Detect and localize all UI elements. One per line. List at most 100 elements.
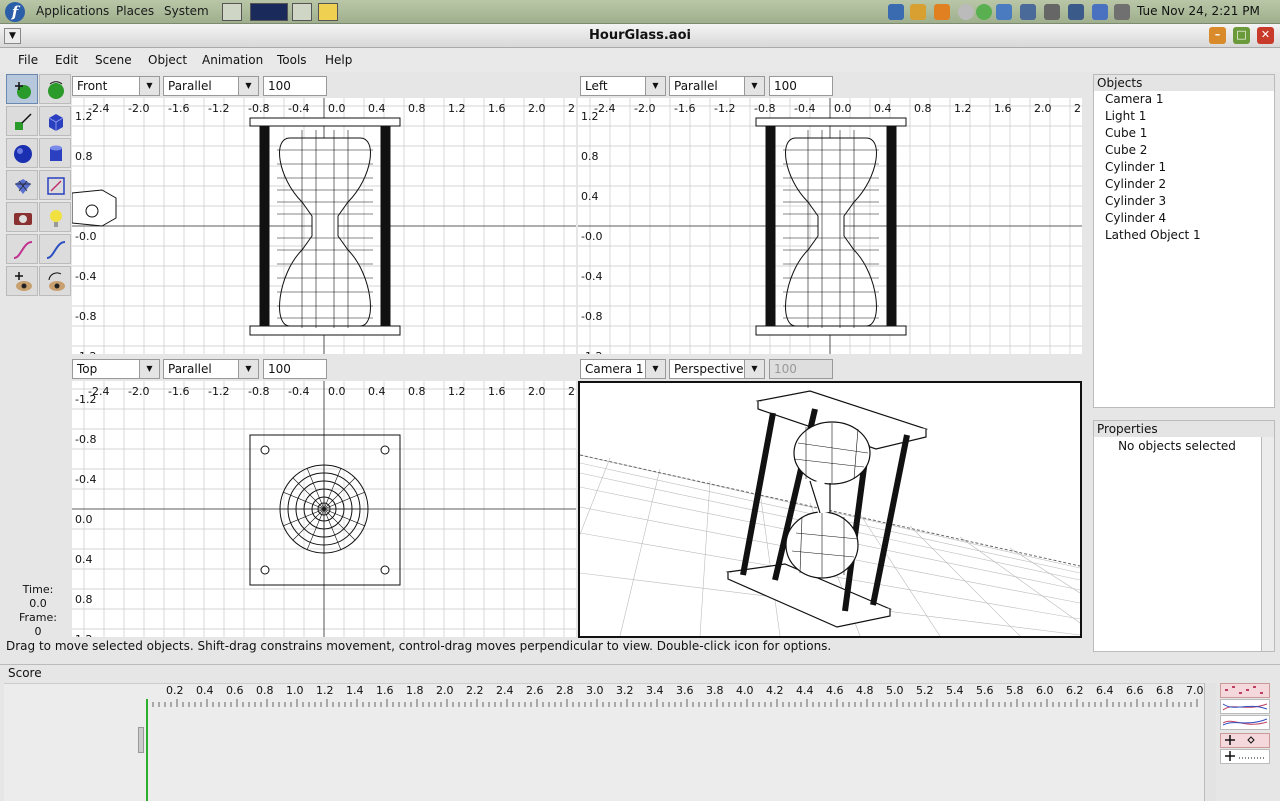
camera-tool-button[interactable] bbox=[6, 202, 38, 232]
projection-select[interactable]: Parallel ▼ bbox=[163, 359, 259, 379]
y-ruler-label: 0.4 bbox=[581, 190, 599, 203]
scale-field[interactable]: 100 bbox=[263, 359, 327, 379]
move-view-button[interactable] bbox=[6, 266, 38, 296]
mail-tray-icon[interactable] bbox=[910, 4, 926, 20]
menu-animation[interactable]: Animation bbox=[202, 53, 263, 67]
curve-mode-button[interactable] bbox=[1220, 715, 1270, 730]
front-viewport[interactable]: -2.4 -2.0 -1.6 -1.2 -0.8 -0.4 0.0 0.4 0.8 1.2 1.6 2… bbox=[72, 98, 576, 354]
volume-tray-icon[interactable] bbox=[1044, 4, 1060, 20]
object-item-cylinder-3[interactable]: Cylinder 3 bbox=[1094, 193, 1274, 210]
x-ruler-label: -1.2 bbox=[208, 102, 229, 115]
rotate-tool-icon bbox=[48, 81, 64, 99]
top-viewport-canvas[interactable]: -2.4 -2.0 -1.6 -1.2 -0.8 -0.4 0.0 0.4 0.8 1.2 1.6 2… bbox=[72, 381, 576, 637]
left-viewport-canvas[interactable]: -2.4 -2.0 -1.6 -1.2 -0.8 -0.4 0.0 0.4 0.8 1.2 1.6 2… bbox=[578, 98, 1082, 354]
monitor-launcher-icon[interactable] bbox=[222, 3, 242, 21]
cube-tool-button[interactable] bbox=[39, 106, 71, 136]
object-item-cylinder-2[interactable]: Cylinder 2 bbox=[1094, 176, 1274, 193]
y-ruler-label: -0.4 bbox=[75, 270, 96, 283]
y-ruler-label: -0.8 bbox=[75, 433, 96, 446]
menu-help[interactable]: Help bbox=[325, 53, 352, 67]
desktop-panel: f Applications Places System Tue Nov 24,… bbox=[0, 0, 1280, 24]
left-viewport[interactable]: -2.4 -2.0 -1.6 -1.2 -0.8 -0.4 0.0 0.4 0.8 1.2 1.6 2… bbox=[578, 98, 1082, 354]
object-item-lathed-object-1[interactable]: Lathed Object 1 bbox=[1094, 227, 1274, 244]
y-ruler-label: -0.8 bbox=[581, 310, 602, 323]
projection-select[interactable]: Perspective ▼ bbox=[669, 359, 765, 379]
camera-viewport-canvas[interactable] bbox=[580, 383, 1080, 636]
menu-file[interactable]: File bbox=[18, 53, 38, 67]
move-keyframe-button[interactable] bbox=[1220, 733, 1270, 748]
score-tick-label: 4.2 bbox=[766, 684, 784, 697]
view-select[interactable]: Left ▼ bbox=[580, 76, 666, 96]
score-time-cursor[interactable] bbox=[146, 699, 148, 801]
object-item-cube-2[interactable]: Cube 2 bbox=[1094, 142, 1274, 159]
rotate-tool-button[interactable] bbox=[39, 74, 71, 104]
x-ruler-label: 0.4 bbox=[368, 385, 386, 398]
score-splitter[interactable] bbox=[138, 727, 144, 753]
object-item-cylinder-1[interactable]: Cylinder 1 bbox=[1094, 159, 1274, 176]
light-tool-button[interactable] bbox=[39, 202, 71, 232]
close-button[interactable]: ✕ bbox=[1257, 27, 1274, 44]
curves-icon bbox=[1222, 718, 1268, 726]
scale-keyframe-button[interactable] bbox=[1220, 749, 1270, 764]
spline-mesh-tool-button[interactable] bbox=[6, 170, 38, 200]
x-ruler-label: 1.6 bbox=[488, 102, 506, 115]
score-time-ruler[interactable]: 0.2 0.4 0.6 0.8 1.0 1.2 1.4 1.6 1.8 2.0 2.2 2.4 2.6 2… bbox=[146, 683, 1204, 713]
move-tool-button[interactable] bbox=[6, 74, 38, 104]
projection-select[interactable]: Parallel ▼ bbox=[163, 76, 259, 96]
projection-select[interactable]: Parallel ▼ bbox=[669, 76, 765, 96]
score-tick-label: 1.0 bbox=[286, 684, 304, 697]
score-scrollbar[interactable] bbox=[1204, 683, 1216, 801]
properties-scrollbar[interactable] bbox=[1261, 437, 1274, 651]
y-ruler-label: -1.2 bbox=[581, 350, 602, 354]
applications-menu[interactable]: Applications bbox=[36, 4, 109, 18]
network-tray-icon[interactable] bbox=[1020, 4, 1036, 20]
rotate-view-button[interactable] bbox=[39, 266, 71, 296]
window-titlebar[interactable]: ▼ HourGlass.aoi – □ ✕ bbox=[0, 24, 1280, 48]
maximize-button[interactable]: □ bbox=[1233, 27, 1250, 44]
view-select[interactable]: Front ▼ bbox=[72, 76, 160, 96]
scale-field: 100 bbox=[769, 359, 833, 379]
bottom-plate bbox=[755, 325, 907, 336]
screenshot-tray-icon[interactable] bbox=[996, 4, 1012, 20]
track-graph-mode-button[interactable] bbox=[1220, 699, 1270, 714]
bluetooth-tray-icon[interactable] bbox=[1092, 4, 1108, 20]
sphere-tool-button[interactable] bbox=[6, 138, 38, 168]
cylinder-tool-button[interactable] bbox=[39, 138, 71, 168]
front-viewport-canvas[interactable]: -2.4 -2.0 -1.6 -1.2 -0.8 -0.4 0.0 0.4 0.8 1.2 1.6 2… bbox=[72, 98, 576, 354]
view-select[interactable]: Camera 1 ▼ bbox=[580, 359, 666, 379]
printer-launcher-icon[interactable] bbox=[292, 3, 312, 21]
minimize-button[interactable]: – bbox=[1209, 27, 1226, 44]
keyframe-mode-button[interactable] bbox=[1220, 683, 1270, 698]
weather-tray-icon[interactable] bbox=[934, 4, 950, 20]
object-item-cube-1[interactable]: Cube 1 bbox=[1094, 125, 1274, 142]
menu-tools[interactable]: Tools bbox=[277, 53, 307, 67]
tube-tool-button[interactable] bbox=[39, 234, 71, 264]
fedora-logo-icon[interactable]: f bbox=[5, 2, 25, 22]
score-tick-label: 5.0 bbox=[886, 684, 904, 697]
object-item-light-1[interactable]: Light 1 bbox=[1094, 108, 1274, 125]
top-viewport[interactable]: -2.4 -2.0 -1.6 -1.2 -0.8 -0.4 0.0 0.4 0.8 1.2 1.6 2… bbox=[72, 381, 576, 637]
menu-object[interactable]: Object bbox=[148, 53, 187, 67]
update-tray-icon[interactable] bbox=[888, 4, 904, 20]
system-menu[interactable]: System bbox=[164, 4, 209, 18]
status-tray-icon[interactable] bbox=[976, 4, 992, 20]
object-item-cylinder-4[interactable]: Cylinder 4 bbox=[1094, 210, 1274, 227]
disc-tray-icon[interactable] bbox=[958, 4, 974, 20]
menu-scene[interactable]: Scene bbox=[95, 53, 132, 67]
notes-launcher-icon[interactable] bbox=[318, 3, 338, 21]
battery-tray-icon[interactable] bbox=[1068, 4, 1084, 20]
scale-field[interactable]: 100 bbox=[769, 76, 833, 96]
scale-tool-button[interactable] bbox=[6, 106, 38, 136]
polygon-tool-button[interactable] bbox=[39, 170, 71, 200]
view-select[interactable]: Top ▼ bbox=[72, 359, 160, 379]
places-menu[interactable]: Places bbox=[116, 4, 154, 18]
object-item-camera-1[interactable]: Camera 1 bbox=[1094, 91, 1274, 108]
curve-tool-button[interactable] bbox=[6, 234, 38, 264]
scale-field[interactable]: 100 bbox=[263, 76, 327, 96]
camera-viewport[interactable] bbox=[578, 381, 1082, 638]
move-tool-icon bbox=[15, 82, 31, 99]
clock[interactable]: Tue Nov 24, 2:21 PM bbox=[1137, 4, 1260, 18]
menu-edit[interactable]: Edit bbox=[55, 53, 78, 67]
display-tray-icon[interactable] bbox=[1114, 4, 1130, 20]
system-monitor-icon[interactable] bbox=[250, 3, 288, 21]
